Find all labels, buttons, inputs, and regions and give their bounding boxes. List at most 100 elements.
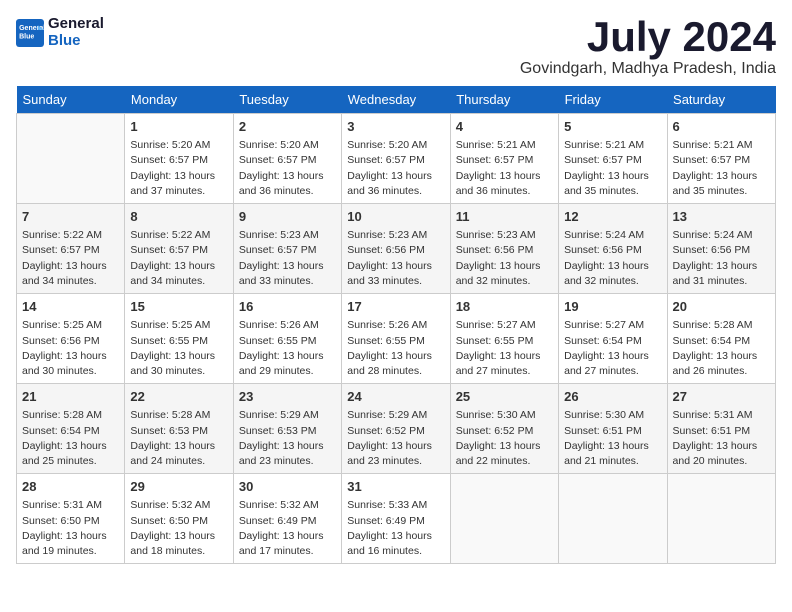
calendar-week-row: 7 Sunrise: 5:22 AM Sunset: 6:57 PM Daylig… <box>17 204 776 294</box>
calendar-cell: 23Sunrise: 5:29 AM Sunset: 6:53 PM Dayli… <box>233 384 341 474</box>
calendar-cell: 17 Sunrise: 5:26 AM Sunset: 6:55 PM Dayli… <box>342 294 450 384</box>
calendar-cell: 26 Sunrise: 5:30 AM Sunset: 6:51 PM Dayli… <box>559 384 667 474</box>
day-info: Sunrise: 5:28 AM Sunset: 6:54 PM Dayligh… <box>22 408 119 469</box>
day-number: 16 <box>239 298 336 316</box>
day-number: 5 <box>564 118 661 136</box>
calendar-cell: 25Sunrise: 5:30 AM Sunset: 6:52 PM Dayli… <box>450 384 558 474</box>
day-number: 27 <box>673 388 770 406</box>
calendar-table: SundayMondayTuesdayWednesdayThursdayFrid… <box>16 86 776 564</box>
day-info: Sunrise: 5:26 AM Sunset: 6:55 PM Dayligh… <box>239 318 336 379</box>
calendar-cell: 3Sunrise: 5:20 AM Sunset: 6:57 PM Daylig… <box>342 114 450 204</box>
day-info: Sunrise: 5:29 AM Sunset: 6:53 PM Dayligh… <box>239 408 336 469</box>
day-info: Sunrise: 5:32 AM Sunset: 6:49 PM Dayligh… <box>239 498 336 559</box>
calendar-cell: 10Sunrise: 5:23 AM Sunset: 6:56 PM Dayli… <box>342 204 450 294</box>
day-info: Sunrise: 5:23 AM Sunset: 6:56 PM Dayligh… <box>347 228 444 289</box>
day-info: Sunrise: 5:22 AM Sunset: 6:57 PM Dayligh… <box>130 228 227 289</box>
day-number: 14 <box>22 298 119 316</box>
day-number: 11 <box>456 208 553 226</box>
day-number: 1 <box>130 118 227 136</box>
calendar-cell: 5 Sunrise: 5:21 AM Sunset: 6:57 PM Daylig… <box>559 114 667 204</box>
header-day-thursday: Thursday <box>450 86 558 114</box>
day-info: Sunrise: 5:29 AM Sunset: 6:52 PM Dayligh… <box>347 408 444 469</box>
day-info: Sunrise: 5:21 AM Sunset: 6:57 PM Dayligh… <box>456 138 553 199</box>
day-info: Sunrise: 5:28 AM Sunset: 6:53 PM Dayligh… <box>130 408 227 469</box>
day-info: Sunrise: 5:28 AM Sunset: 6:54 PM Dayligh… <box>673 318 770 379</box>
day-info: Sunrise: 5:31 AM Sunset: 6:51 PM Dayligh… <box>673 408 770 469</box>
calendar-cell <box>17 114 125 204</box>
location-title: Govindgarh, Madhya Pradesh, India <box>520 60 776 78</box>
day-number: 12 <box>564 208 661 226</box>
day-number: 26 <box>564 388 661 406</box>
day-info: Sunrise: 5:32 AM Sunset: 6:50 PM Dayligh… <box>130 498 227 559</box>
day-info: Sunrise: 5:33 AM Sunset: 6:49 PM Dayligh… <box>347 498 444 559</box>
day-info: Sunrise: 5:26 AM Sunset: 6:55 PM Dayligh… <box>347 318 444 379</box>
header-day-friday: Friday <box>559 86 667 114</box>
day-number: 18 <box>456 298 553 316</box>
day-info: Sunrise: 5:22 AM Sunset: 6:57 PM Dayligh… <box>22 228 119 289</box>
calendar-cell: 13Sunrise: 5:24 AM Sunset: 6:56 PM Dayli… <box>667 204 775 294</box>
header-day-saturday: Saturday <box>667 86 775 114</box>
day-number: 24 <box>347 388 444 406</box>
calendar-cell: 27 Sunrise: 5:31 AM Sunset: 6:51 PM Dayli… <box>667 384 775 474</box>
day-number: 9 <box>239 208 336 226</box>
day-info: Sunrise: 5:20 AM Sunset: 6:57 PM Dayligh… <box>130 138 227 199</box>
calendar-cell: 1 Sunrise: 5:20 AM Sunset: 6:57 PM Daylig… <box>125 114 233 204</box>
calendar-cell: 7 Sunrise: 5:22 AM Sunset: 6:57 PM Daylig… <box>17 204 125 294</box>
day-info: Sunrise: 5:21 AM Sunset: 6:57 PM Dayligh… <box>673 138 770 199</box>
day-info: Sunrise: 5:23 AM Sunset: 6:57 PM Dayligh… <box>239 228 336 289</box>
calendar-week-row: 21 Sunrise: 5:28 AM Sunset: 6:54 PM Dayli… <box>17 384 776 474</box>
day-number: 6 <box>673 118 770 136</box>
day-number: 29 <box>130 478 227 496</box>
month-title: July 2024 <box>520 16 776 58</box>
day-number: 13 <box>673 208 770 226</box>
calendar-cell <box>450 474 558 564</box>
calendar-cell: 14 Sunrise: 5:25 AM Sunset: 6:56 PM Dayli… <box>17 294 125 384</box>
day-info: Sunrise: 5:21 AM Sunset: 6:57 PM Dayligh… <box>564 138 661 199</box>
day-info: Sunrise: 5:31 AM Sunset: 6:50 PM Dayligh… <box>22 498 119 559</box>
day-info: Sunrise: 5:24 AM Sunset: 6:56 PM Dayligh… <box>564 228 661 289</box>
calendar-cell: 31Sunrise: 5:33 AM Sunset: 6:49 PM Dayli… <box>342 474 450 564</box>
calendar-week-row: 14 Sunrise: 5:25 AM Sunset: 6:56 PM Dayli… <box>17 294 776 384</box>
day-info: Sunrise: 5:20 AM Sunset: 6:57 PM Dayligh… <box>347 138 444 199</box>
calendar-cell: 9 Sunrise: 5:23 AM Sunset: 6:57 PM Daylig… <box>233 204 341 294</box>
calendar-cell: 22 Sunrise: 5:28 AM Sunset: 6:53 PM Dayli… <box>125 384 233 474</box>
day-info: Sunrise: 5:27 AM Sunset: 6:55 PM Dayligh… <box>456 318 553 379</box>
day-info: Sunrise: 5:27 AM Sunset: 6:54 PM Dayligh… <box>564 318 661 379</box>
day-number: 20 <box>673 298 770 316</box>
calendar-cell: 28Sunrise: 5:31 AM Sunset: 6:50 PM Dayli… <box>17 474 125 564</box>
header-day-sunday: Sunday <box>17 86 125 114</box>
logo-icon: General Blue <box>16 19 44 47</box>
title-area: July 2024 Govindgarh, Madhya Pradesh, In… <box>520 16 776 78</box>
header-day-wednesday: Wednesday <box>342 86 450 114</box>
calendar-cell: 30 Sunrise: 5:32 AM Sunset: 6:49 PM Dayli… <box>233 474 341 564</box>
day-number: 8 <box>130 208 227 226</box>
day-info: Sunrise: 5:30 AM Sunset: 6:51 PM Dayligh… <box>564 408 661 469</box>
calendar-cell: 6 Sunrise: 5:21 AM Sunset: 6:57 PM Daylig… <box>667 114 775 204</box>
svg-text:Blue: Blue <box>19 33 34 40</box>
header-day-monday: Monday <box>125 86 233 114</box>
day-number: 17 <box>347 298 444 316</box>
calendar-week-row: 1 Sunrise: 5:20 AM Sunset: 6:57 PM Daylig… <box>17 114 776 204</box>
header-day-tuesday: Tuesday <box>233 86 341 114</box>
day-number: 30 <box>239 478 336 496</box>
day-info: Sunrise: 5:23 AM Sunset: 6:56 PM Dayligh… <box>456 228 553 289</box>
page-header: General Blue General Blue July 2024 Govi… <box>16 16 776 78</box>
day-info: Sunrise: 5:25 AM Sunset: 6:56 PM Dayligh… <box>22 318 119 379</box>
calendar-cell: 11 Sunrise: 5:23 AM Sunset: 6:56 PM Dayli… <box>450 204 558 294</box>
day-number: 2 <box>239 118 336 136</box>
calendar-cell: 15Sunrise: 5:25 AM Sunset: 6:55 PM Dayli… <box>125 294 233 384</box>
logo: General Blue General Blue <box>16 16 104 49</box>
calendar-cell <box>667 474 775 564</box>
calendar-week-row: 28Sunrise: 5:31 AM Sunset: 6:50 PM Dayli… <box>17 474 776 564</box>
day-number: 4 <box>456 118 553 136</box>
calendar-cell: 20 Sunrise: 5:28 AM Sunset: 6:54 PM Dayli… <box>667 294 775 384</box>
calendar-cell: 2Sunrise: 5:20 AM Sunset: 6:57 PM Daylig… <box>233 114 341 204</box>
calendar-cell: 18 Sunrise: 5:27 AM Sunset: 6:55 PM Dayli… <box>450 294 558 384</box>
logo-text: General Blue <box>48 16 104 49</box>
day-number: 7 <box>22 208 119 226</box>
day-info: Sunrise: 5:25 AM Sunset: 6:55 PM Dayligh… <box>130 318 227 379</box>
day-number: 19 <box>564 298 661 316</box>
day-number: 21 <box>22 388 119 406</box>
calendar-cell: 8 Sunrise: 5:22 AM Sunset: 6:57 PM Daylig… <box>125 204 233 294</box>
day-number: 22 <box>130 388 227 406</box>
